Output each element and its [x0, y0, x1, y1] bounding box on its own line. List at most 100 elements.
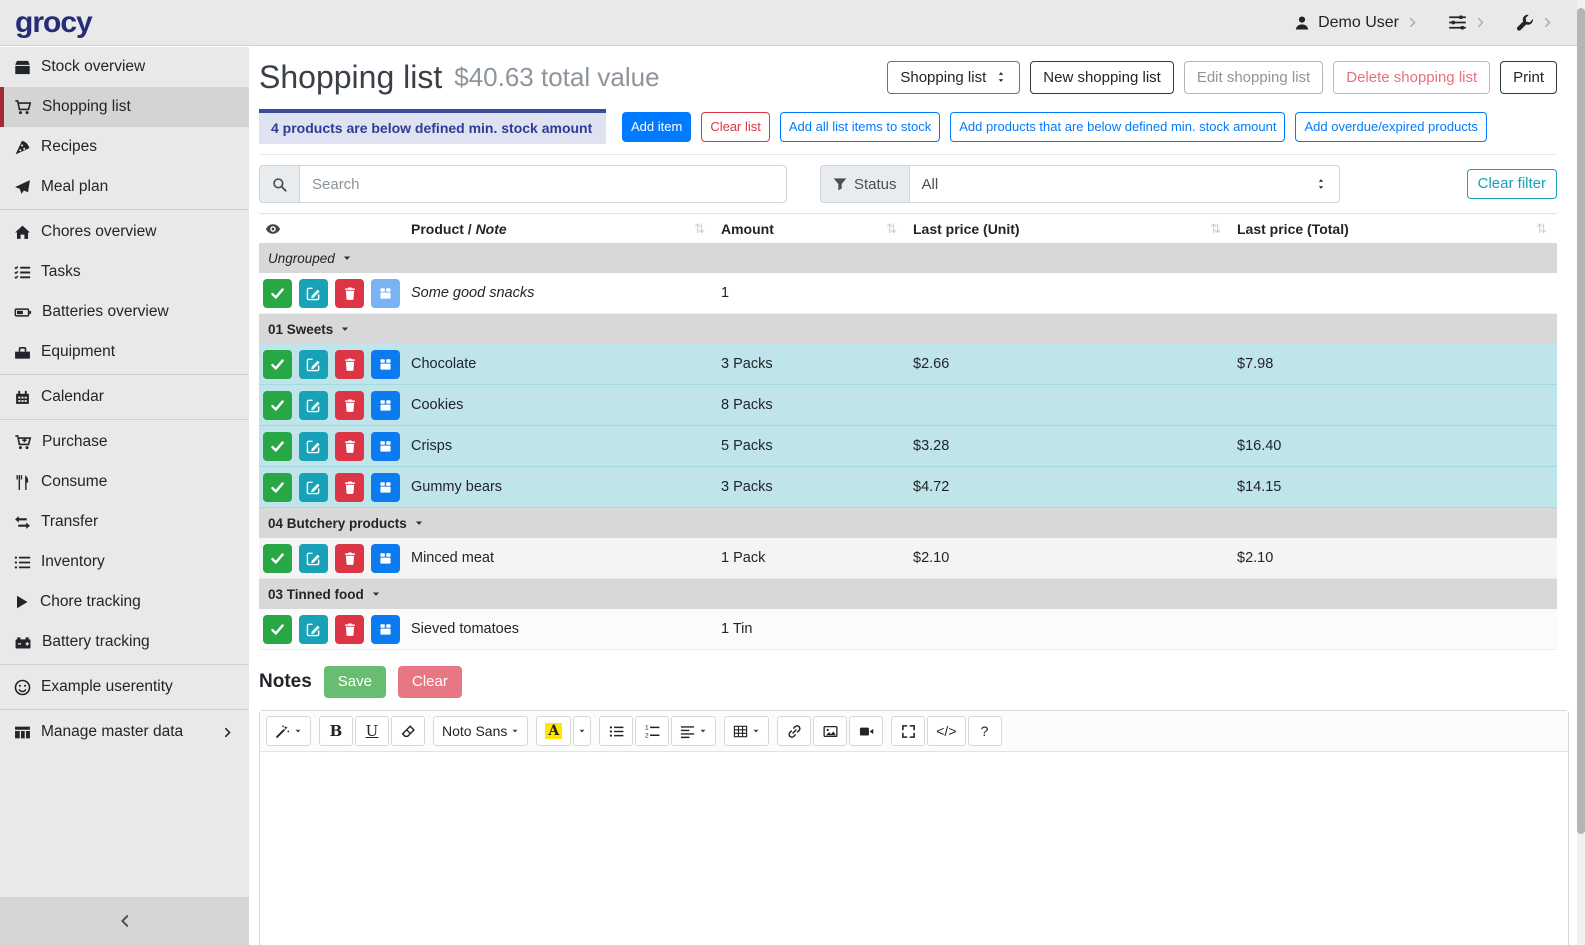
edit-button[interactable] — [299, 350, 328, 379]
sidebar-item-shopping-list[interactable]: Shopping list — [0, 87, 249, 127]
edit-shopping-list-button[interactable]: Edit shopping list — [1184, 61, 1323, 94]
insert-link-button[interactable] — [777, 716, 811, 746]
sidebar-item-chores-overview[interactable]: Chores overview — [0, 212, 249, 252]
shopping-list-select[interactable]: Shopping list — [887, 61, 1020, 94]
total-price-column-header[interactable]: Last price (Total) ⇅ — [1231, 214, 1557, 243]
magic-style-button[interactable] — [266, 716, 311, 746]
status-select[interactable]: All — [909, 165, 1340, 203]
sidebar-item-purchase[interactable]: Purchase — [0, 422, 249, 462]
sidebar-collapse-button[interactable] — [0, 897, 249, 945]
font-color-button[interactable]: A — [536, 716, 571, 746]
add-overdue-button[interactable]: Add overdue/expired products — [1295, 112, 1486, 142]
edit-button[interactable] — [299, 473, 328, 502]
column-visibility-header[interactable] — [259, 214, 405, 243]
edit-button[interactable] — [299, 544, 328, 573]
font-family-button[interactable]: Noto Sans — [433, 716, 528, 746]
mark-done-button[interactable] — [263, 350, 292, 379]
clear-filter-button[interactable]: Clear filter — [1467, 169, 1557, 199]
notes-clear-button[interactable]: Clear — [398, 666, 462, 698]
ordered-list-button[interactable] — [635, 716, 669, 746]
sidebar-item-battery-tracking[interactable]: Battery tracking — [0, 622, 249, 662]
search-input[interactable] — [299, 165, 787, 203]
mark-done-button[interactable] — [263, 432, 292, 461]
product-cell: Cookies — [405, 397, 715, 413]
scrollbar-track[interactable] — [1577, 0, 1585, 945]
add-to-stock-button[interactable] — [371, 279, 400, 308]
status-label: Status — [854, 176, 897, 193]
group-header-butchery[interactable]: 04 Butchery products — [259, 508, 1557, 538]
mark-done-button[interactable] — [263, 615, 292, 644]
delete-button[interactable] — [335, 391, 364, 420]
below-min-stock-alert[interactable]: 4 products are below defined min. stock … — [259, 109, 606, 144]
edit-button[interactable] — [299, 279, 328, 308]
sidebar-item-stock-overview[interactable]: Stock overview — [0, 47, 249, 87]
settings-menu[interactable] — [1448, 13, 1486, 32]
help-button[interactable]: ? — [968, 716, 1002, 746]
underline-button[interactable]: U — [355, 716, 389, 746]
edit-button[interactable] — [299, 432, 328, 461]
insert-video-button[interactable] — [849, 716, 883, 746]
delete-button[interactable] — [335, 544, 364, 573]
edit-button[interactable] — [299, 615, 328, 644]
add-to-stock-button[interactable] — [371, 391, 400, 420]
delete-button[interactable] — [335, 615, 364, 644]
insert-table-button[interactable] — [724, 716, 769, 746]
mark-done-button[interactable] — [263, 391, 292, 420]
group-header-ungrouped[interactable]: Ungrouped — [259, 243, 1557, 273]
sidebar-item-transfer[interactable]: Transfer — [0, 502, 249, 542]
bold-button[interactable]: B — [319, 716, 353, 746]
sort-icon[interactable]: ⇅ — [694, 221, 705, 237]
clear-formatting-button[interactable] — [391, 716, 425, 746]
editor-content-area[interactable] — [260, 752, 1568, 945]
unit-price-column-header[interactable]: Last price (Unit) ⇅ — [907, 214, 1231, 243]
sidebar-item-inventory[interactable]: Inventory — [0, 542, 249, 582]
scrollbar-thumb[interactable] — [1577, 8, 1585, 834]
sidebar-item-chore-tracking[interactable]: Chore tracking — [0, 582, 249, 622]
add-item-button[interactable]: Add item — [622, 112, 691, 142]
sidebar-item-consume[interactable]: Consume — [0, 462, 249, 502]
paragraph-align-button[interactable] — [671, 716, 716, 746]
group-header-sweets[interactable]: 01 Sweets — [259, 314, 1557, 344]
delete-button[interactable] — [335, 279, 364, 308]
sidebar-item-equipment[interactable]: Equipment — [0, 332, 249, 372]
new-shopping-list-button[interactable]: New shopping list — [1030, 61, 1174, 94]
amount-column-header[interactable]: Amount ⇅ — [715, 214, 907, 243]
mark-done-button[interactable] — [263, 279, 292, 308]
delete-shopping-list-button[interactable]: Delete shopping list — [1333, 61, 1490, 94]
admin-menu[interactable] — [1516, 14, 1553, 32]
color-dropdown-button[interactable] — [573, 716, 591, 746]
sort-icon[interactable]: ⇅ — [1536, 221, 1547, 237]
add-to-stock-button[interactable] — [371, 615, 400, 644]
fullscreen-button[interactable] — [891, 716, 925, 746]
user-menu[interactable]: Demo User — [1294, 14, 1418, 32]
group-header-tinned-food[interactable]: 03 Tinned food — [259, 579, 1557, 609]
sort-icon[interactable]: ⇅ — [886, 221, 897, 237]
delete-button[interactable] — [335, 350, 364, 379]
sidebar-item-tasks[interactable]: Tasks — [0, 252, 249, 292]
unordered-list-button[interactable] — [599, 716, 633, 746]
add-below-min-stock-button[interactable]: Add products that are below defined min.… — [950, 112, 1285, 142]
insert-picture-button[interactable] — [813, 716, 847, 746]
delete-button[interactable] — [335, 473, 364, 502]
sidebar-item-recipes[interactable]: Recipes — [0, 127, 249, 167]
sidebar-item-calendar[interactable]: Calendar — [0, 377, 249, 417]
add-to-stock-button[interactable] — [371, 432, 400, 461]
mark-done-button[interactable] — [263, 544, 292, 573]
sidebar-item-meal-plan[interactable]: Meal plan — [0, 167, 249, 207]
add-to-stock-button[interactable] — [371, 473, 400, 502]
mark-done-button[interactable] — [263, 473, 292, 502]
sort-icon[interactable]: ⇅ — [1210, 221, 1221, 237]
edit-button[interactable] — [299, 391, 328, 420]
sidebar-item-example-userentity[interactable]: Example userentity — [0, 667, 249, 707]
add-to-stock-button[interactable] — [371, 350, 400, 379]
sidebar-item-manage-master-data[interactable]: Manage master data — [0, 712, 249, 752]
code-view-button[interactable]: </> — [927, 716, 965, 746]
sidebar-item-batteries-overview[interactable]: Batteries overview — [0, 292, 249, 332]
print-button[interactable]: Print — [1500, 61, 1557, 94]
product-column-header[interactable]: Product / Note ⇅ — [405, 214, 715, 243]
add-to-stock-button[interactable] — [371, 544, 400, 573]
add-all-to-stock-button[interactable]: Add all list items to stock — [780, 112, 940, 142]
delete-button[interactable] — [335, 432, 364, 461]
clear-list-button[interactable]: Clear list — [701, 112, 770, 142]
notes-save-button[interactable]: Save — [324, 666, 386, 698]
